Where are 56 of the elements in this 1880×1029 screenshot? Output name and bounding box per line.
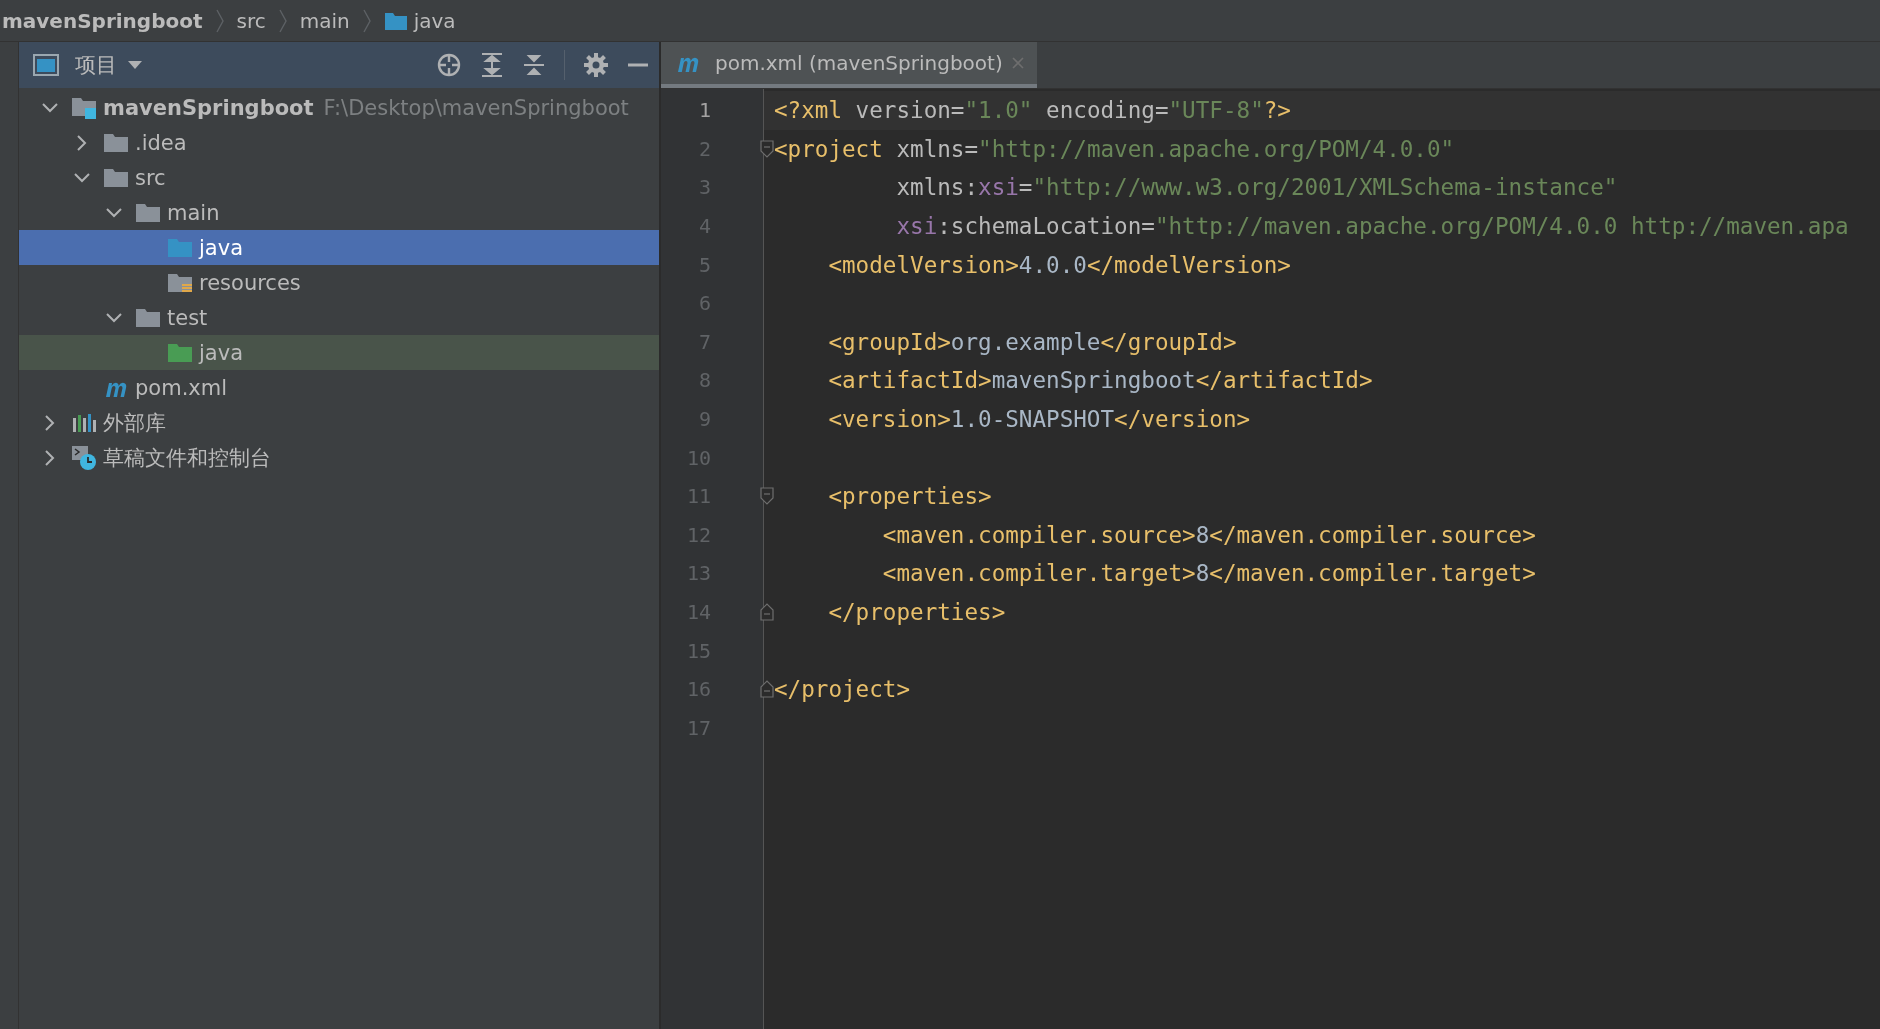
tree-item[interactable]: 草稿文件和控制台	[19, 440, 659, 475]
editor-tab[interactable]: pom.xml (mavenSpringboot)	[661, 42, 1037, 88]
tree-item[interactable]: main	[19, 195, 659, 230]
breadcrumb-item[interactable]: mavenSpringboot	[2, 8, 203, 33]
tree-item[interactable]: java	[19, 230, 659, 265]
folder-icon	[103, 166, 129, 189]
fold-icon[interactable]	[760, 603, 774, 621]
collapse-all-icon[interactable]	[522, 52, 546, 78]
tree-item[interactable]: src	[19, 160, 659, 195]
project-path: F:\Desktop\mavenSpringboot	[323, 95, 629, 120]
window-icon	[33, 54, 59, 76]
expand-all-icon[interactable]	[480, 52, 504, 78]
breadcrumb-item[interactable]: src	[236, 8, 266, 33]
fold-icon[interactable]	[760, 680, 774, 699]
code-line: </project>	[774, 676, 911, 703]
chevron-icon	[361, 7, 372, 34]
code-line: xsi:schemaLocation="http://maven.apache.org/POM/4.0.0 http://maven.apa	[895, 213, 1849, 240]
code-line: <version>1.0-SNAPSHOT</version>	[827, 406, 1251, 433]
code-line: <properties>	[827, 483, 992, 510]
code-line: <modelVersion>4.0.0</modelVersion>	[827, 251, 1291, 278]
fold-icon[interactable]	[760, 139, 774, 158]
breadcrumb-item[interactable]: main	[299, 8, 350, 33]
folder-icon	[167, 236, 193, 259]
folder-icon	[103, 131, 129, 154]
library-icon	[71, 411, 97, 434]
resources-folder-icon	[167, 271, 193, 294]
code-line: <groupId>org.example</groupId>	[827, 328, 1237, 355]
tree-item[interactable]: mavenSpringboot F:\Desktop\mavenSpringboot	[19, 90, 659, 125]
folder-icon	[383, 10, 408, 31]
folder-icon	[135, 306, 161, 329]
tree-item[interactable]: 外部库	[19, 405, 659, 440]
code-line: xmlns:xsi="http://www.w3.org/2001/XMLSchema-instance"	[895, 174, 1618, 201]
tree-item[interactable]: pom.xml	[19, 370, 659, 405]
code-line: <project xmlns="http://maven.apache.org/POM/4.0.0"	[774, 135, 1455, 162]
breadcrumb-item[interactable]: java	[383, 8, 456, 33]
code-line: </properties>	[827, 599, 1006, 625]
folder-icon	[167, 341, 193, 364]
code-line: <artifactId>mavenSpringboot</artifactId>	[827, 367, 1373, 394]
tree-item[interactable]: test	[19, 300, 659, 335]
folder-icon	[135, 201, 161, 224]
code-line: <maven.compiler.source>8</maven.compiler.source>	[881, 521, 1536, 548]
fold-icon[interactable]	[760, 487, 774, 506]
view-selector[interactable]: 项目	[33, 51, 143, 79]
chevron-icon	[214, 7, 225, 34]
tree-item[interactable]: .idea	[19, 125, 659, 160]
module-folder-icon	[71, 95, 97, 120]
tree-item[interactable]: java	[19, 335, 659, 370]
code-line: <maven.compiler.target>8</maven.compiler.target>	[881, 560, 1536, 587]
scratch-clock-icon	[71, 444, 97, 471]
dropdown-icon	[127, 60, 143, 70]
settings-icon[interactable]	[583, 52, 609, 78]
code-line: <?xml version="1.0" encoding="UTF-8"?>	[774, 97, 1291, 124]
tree-item[interactable]: resources	[19, 265, 659, 300]
chevron-icon	[277, 7, 288, 34]
line-number: 1	[698, 98, 711, 123]
crosshair-icon[interactable]	[436, 52, 462, 78]
